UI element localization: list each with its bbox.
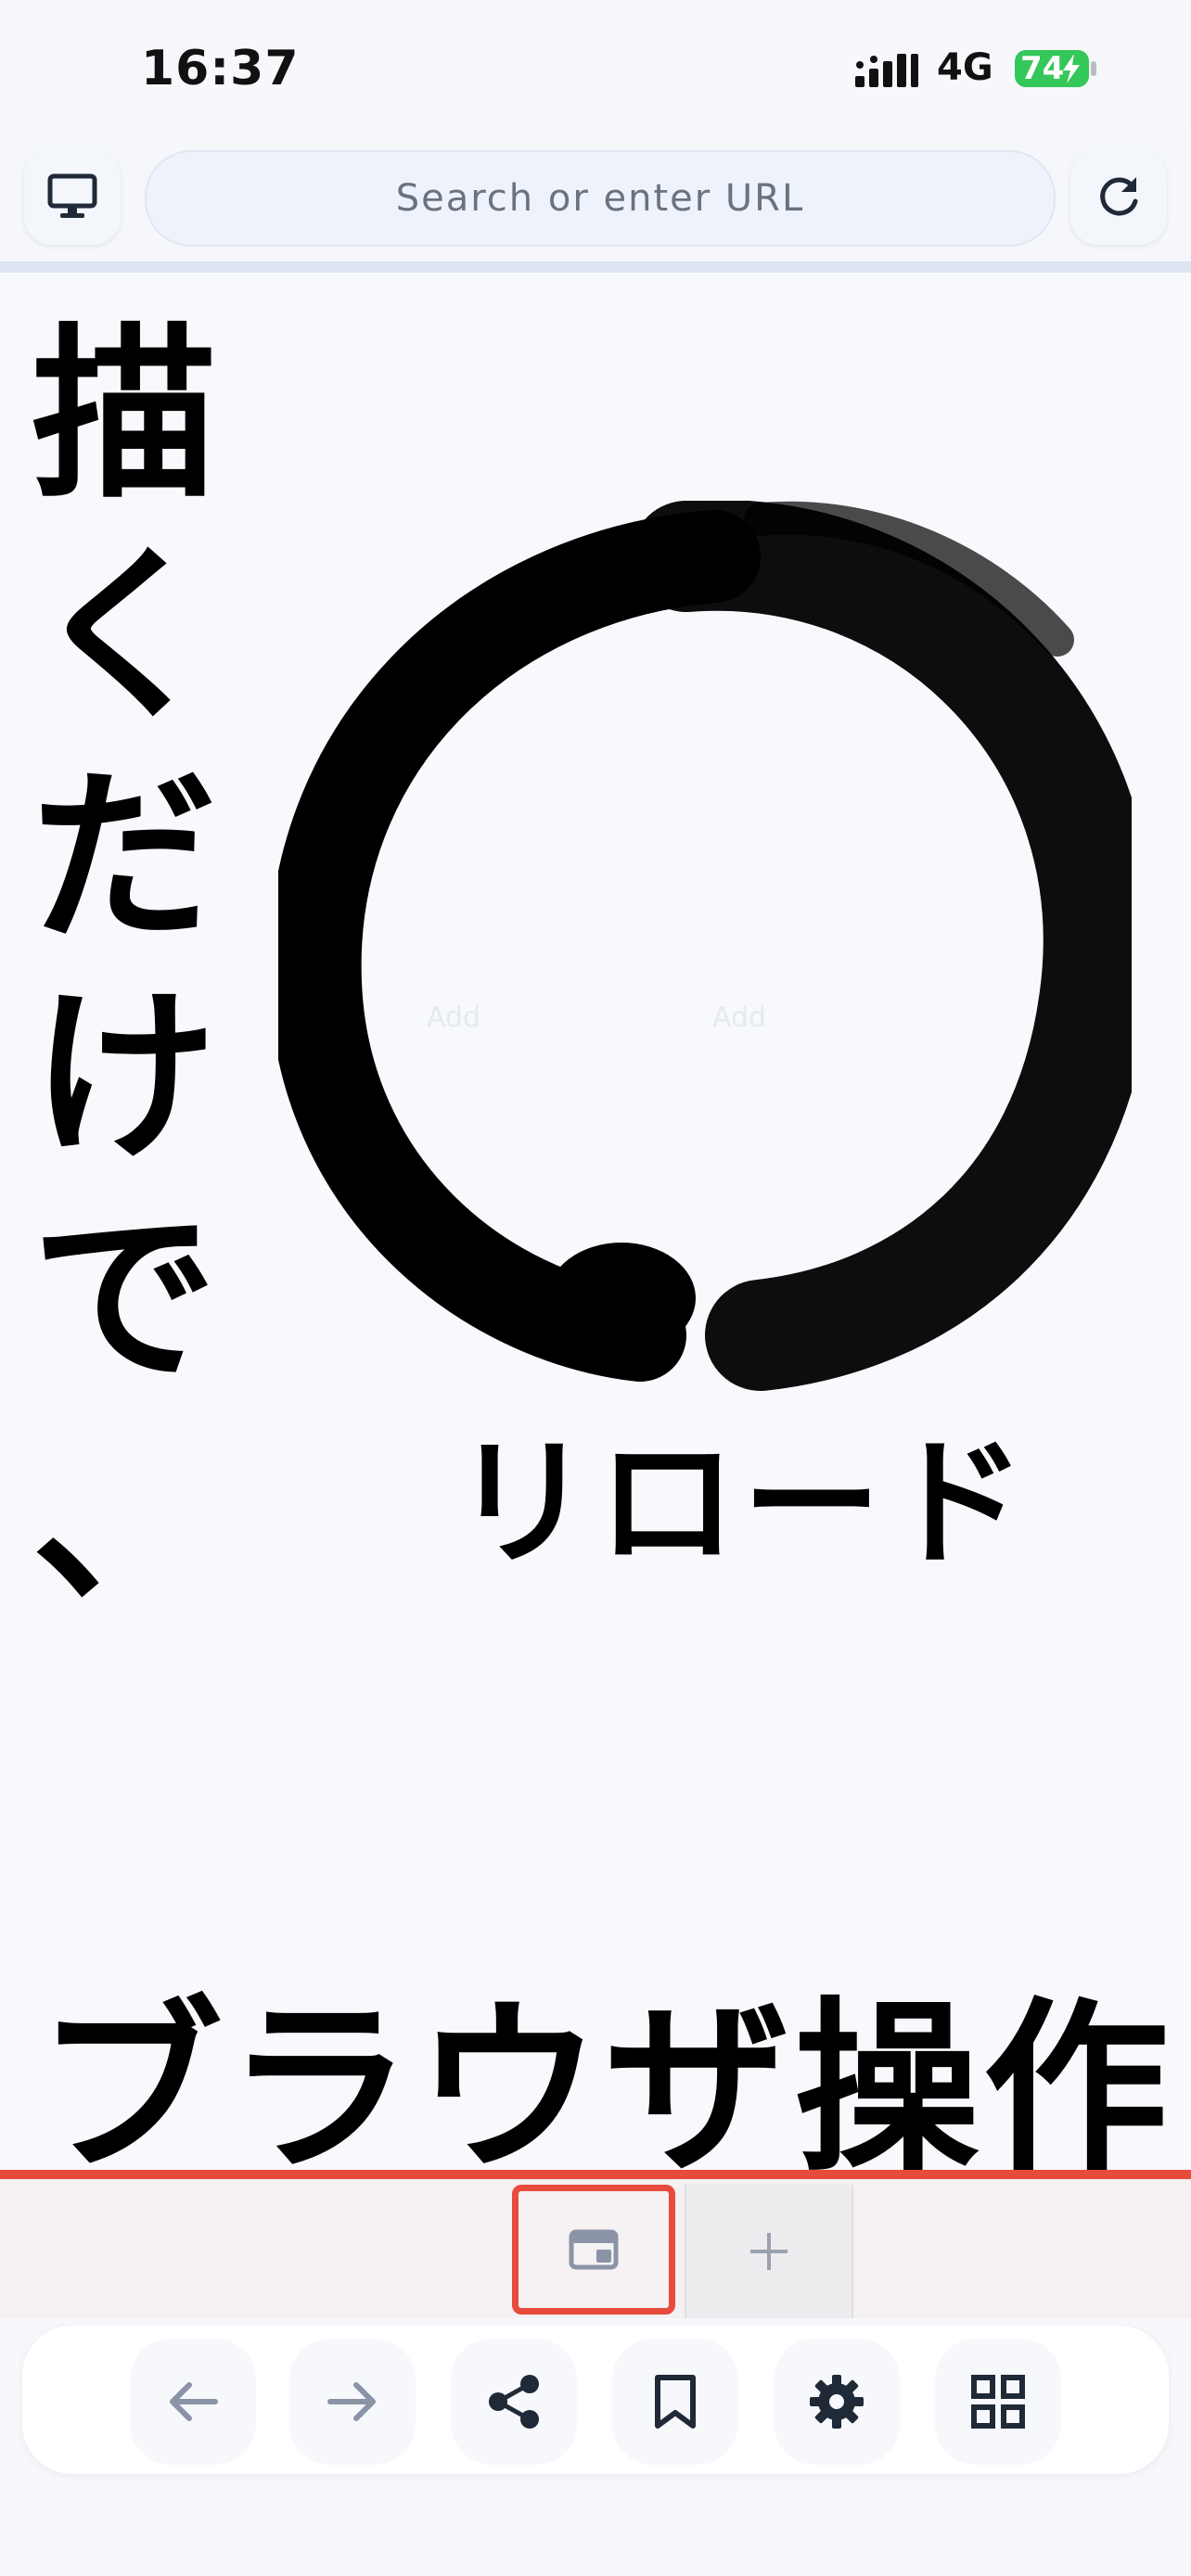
heading-char: 描: [32, 308, 218, 524]
share-icon: [489, 2375, 539, 2429]
network-type: 4G: [937, 46, 993, 89]
enso-circle-image: [278, 501, 1132, 1391]
bookmark-button[interactable]: [612, 2339, 738, 2465]
heading-char: 、: [32, 1411, 218, 1627]
grid-icon: [971, 2375, 1025, 2429]
heading-char: け: [32, 970, 218, 1186]
gear-icon: [810, 2375, 864, 2429]
reload-caption: リロード: [453, 1423, 1032, 1585]
share-button[interactable]: [451, 2339, 577, 2465]
battery-icon: 74: [1015, 48, 1096, 89]
vertical-heading: 描 く だ け で 、: [32, 306, 217, 1630]
heading-char: く: [32, 529, 218, 745]
tab-strip-accent: [0, 2170, 1191, 2179]
desktop-icon: [47, 173, 97, 218]
forward-button[interactable]: [289, 2339, 416, 2465]
battery-level: 74: [1020, 50, 1065, 87]
reload-icon: [1100, 177, 1138, 216]
status-bar: 16:37 4G 74: [0, 0, 1191, 130]
bottom-heading: ブラウザ操作: [37, 1982, 1173, 2198]
desktop-mode-button[interactable]: [24, 148, 121, 245]
address-bar-divider: [0, 261, 1191, 273]
signal-icon: [855, 54, 918, 87]
arrow-left-icon: [170, 2382, 218, 2421]
current-tab[interactable]: [512, 2185, 675, 2315]
plus-icon: [750, 2233, 788, 2270]
bookmark-icon: [655, 2375, 696, 2429]
url-input[interactable]: Search or enter URL: [145, 150, 1056, 247]
heading-char: で: [32, 1191, 218, 1407]
back-button[interactable]: [130, 2339, 256, 2465]
arrow-right-icon: [327, 2382, 376, 2421]
reload-button[interactable]: [1070, 148, 1167, 245]
new-tab-button[interactable]: [685, 2185, 853, 2318]
heading-char: だ: [32, 749, 218, 965]
tab-icon: [569, 2229, 619, 2270]
settings-button[interactable]: [774, 2339, 900, 2465]
status-time: 16:37: [141, 41, 300, 96]
tabs-overview-button[interactable]: [935, 2339, 1061, 2465]
